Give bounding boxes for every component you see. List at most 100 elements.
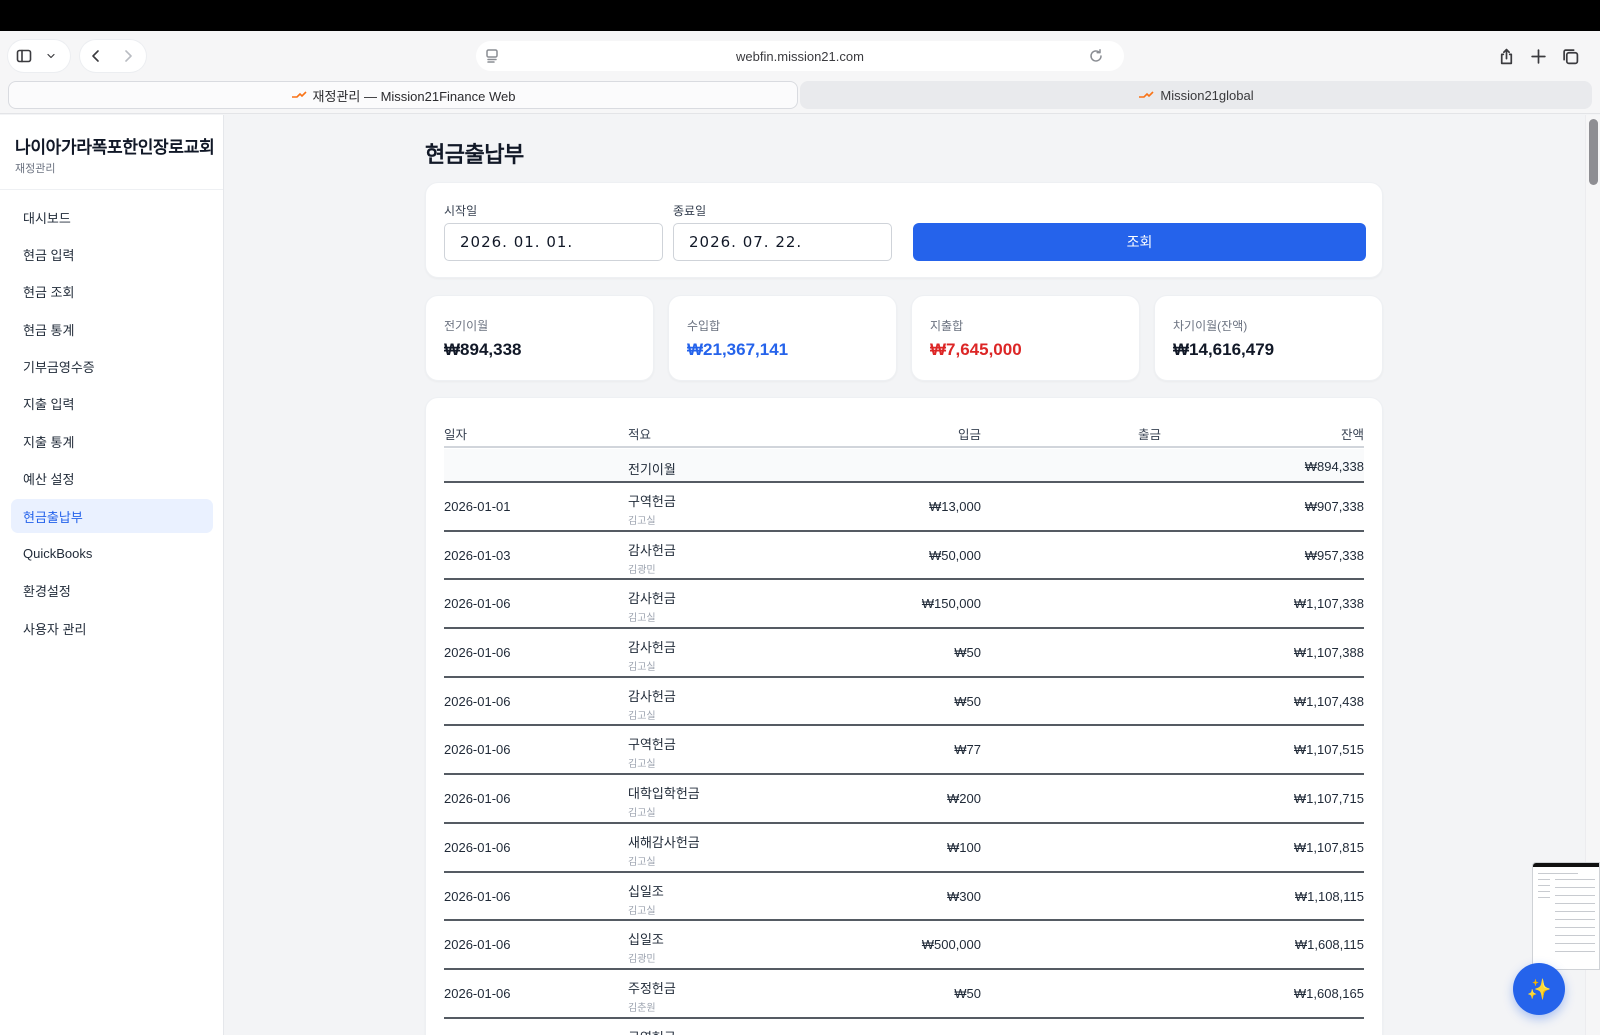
- row-description: 십일조 김고실: [628, 881, 664, 917]
- tab-mission21global[interactable]: Mission21global: [800, 81, 1592, 109]
- sidebar-item-cash-stats[interactable]: 현금 통계: [11, 312, 213, 346]
- stat-value: ₩7,645,000: [930, 340, 1022, 359]
- search-button[interactable]: 조회: [913, 223, 1366, 261]
- row-donor-name: 김고실: [628, 662, 656, 674]
- reader-icon[interactable]: [484, 48, 500, 64]
- row-donor-name: 김광민: [628, 954, 656, 966]
- sidebar-item-donation-receipt[interactable]: 기부금영수증: [11, 350, 213, 384]
- row-date: 2026-01-06: [444, 693, 511, 709]
- back-arrow-icon[interactable]: [80, 40, 112, 72]
- row-income: ₩77: [954, 742, 981, 758]
- reload-icon[interactable]: [1088, 48, 1104, 64]
- table-row: 구역헌금: [444, 1019, 1364, 1035]
- row-description: 전기이월: [628, 462, 676, 477]
- sidebar-item-dashboard[interactable]: 대시보드: [11, 200, 213, 234]
- main-content: 현금출납부 시작일 2026. 01. 01. 종료일 2026. 07. 22…: [225, 115, 1585, 1035]
- row-date: 2026-01-03: [444, 547, 511, 563]
- sidebar-item-quickbooks[interactable]: QuickBooks: [11, 537, 213, 571]
- row-date: 2026-01-01: [444, 499, 511, 514]
- sidebar-item-user-management[interactable]: 사용자 관리: [11, 611, 213, 645]
- row-income: ₩500,000: [921, 937, 981, 953]
- stat-value: ₩14,616,479: [1173, 340, 1275, 359]
- sidebar-item-cash-entry[interactable]: 현금 입력: [11, 237, 213, 271]
- row-description: 감사헌금 김고실: [628, 686, 676, 722]
- table-row: 2026-01-06 구역헌금 김고실 ₩77 ₩1,107,515: [444, 726, 1364, 776]
- row-income: ₩50: [954, 985, 981, 1001]
- row-category: 새해감사헌금: [628, 834, 700, 850]
- page-title: 현금출납부: [425, 142, 524, 167]
- table-body: 전기이월 ₩894,338 2026-01-01 구역헌금 김고실 ₩13,000 ₩9…: [444, 449, 1364, 1035]
- row-balance: ₩1,608,165: [1293, 985, 1364, 1001]
- row-date: 2026-01-06: [444, 985, 511, 1001]
- stat-card-closing-balance: 차기이월(잔액) ₩14,616,479: [1154, 295, 1383, 381]
- new-tab-plus-icon[interactable]: [1522, 40, 1554, 72]
- chevron-down-icon[interactable]: [40, 40, 62, 72]
- row-description: 감사헌금 김고실: [628, 637, 676, 673]
- table-row: 2026-01-01 구역헌금 김고실 ₩13,000 ₩907,338: [444, 483, 1364, 532]
- row-income: ₩50,000: [928, 547, 981, 563]
- tab-finance[interactable]: 재정관리 — Mission21Finance Web: [8, 81, 798, 109]
- tab-label: 재정관리 — Mission21Finance Web: [312, 88, 516, 104]
- sidebar-item-budget[interactable]: 예산 설정: [11, 462, 213, 496]
- row-description: 감사헌금 김광민: [628, 540, 676, 576]
- sidebar-item-expense-entry[interactable]: 지출 입력: [11, 387, 213, 421]
- row-income: ₩100: [947, 839, 981, 855]
- scrollbar-thumb[interactable]: [1589, 119, 1598, 185]
- row-donor-name: 김고실: [628, 856, 656, 868]
- row-donor-name: 김고실: [628, 905, 656, 917]
- table-row: 2026-01-06 감사헌금 김고실 ₩50 ₩1,107,438: [444, 678, 1364, 727]
- forward-arrow-icon[interactable]: [112, 40, 144, 72]
- row-income: ₩13,000: [928, 499, 981, 514]
- sidebar-item-cashbook[interactable]: 현금출납부: [11, 499, 213, 534]
- sidebar-item-cash-lookup[interactable]: 현금 조회: [11, 275, 213, 309]
- row-donor-name: 김고실: [628, 613, 656, 625]
- row-description: 대학입학헌금김고실: [628, 783, 700, 819]
- table-row: 2026-01-03 감사헌금 김광민 ₩50,000 ₩957,338: [444, 532, 1364, 581]
- carry-forward-row: 전기이월 ₩894,338: [444, 449, 1364, 483]
- row-description: 새해감사헌금김고실: [628, 832, 700, 868]
- address-bar[interactable]: webfin.mission21.com: [476, 41, 1124, 71]
- row-category: 대학입학헌금: [628, 786, 700, 802]
- stat-label: 차기이월(잔액): [1173, 319, 1248, 333]
- row-category: 구역헌금: [628, 1030, 676, 1035]
- tab-overview-icon[interactable]: [1554, 40, 1586, 72]
- page-thumbnail-preview[interactable]: [1532, 862, 1600, 970]
- sidebar-item-expense-stats[interactable]: 지출 통계: [11, 424, 213, 458]
- row-balance: ₩894,338: [1304, 459, 1364, 474]
- row-donor-name: 김고실: [628, 710, 656, 722]
- row-income: ₩150,000: [921, 596, 981, 612]
- table-row: 2026-01-06 감사헌금 김고실 ₩150,000 ₩1,107,338: [444, 580, 1364, 630]
- row-donor-name: 김고실: [628, 808, 656, 820]
- row-balance: ₩1,608,115: [1294, 937, 1364, 953]
- row-balance: ₩1,107,515: [1293, 742, 1364, 758]
- cashbook-table-card: 일자 적요 입금 출금 잔액 전기이월 ₩894,338 2026-01-01 구…: [425, 397, 1383, 1035]
- start-date-label: 시작일: [444, 204, 478, 218]
- sparkles-icon: ✨: [1526, 978, 1552, 1001]
- mission21-favicon-icon: [291, 90, 307, 100]
- row-date: 2026-01-06: [444, 596, 511, 612]
- start-date-input[interactable]: 2026. 01. 01.: [444, 223, 663, 261]
- sidebar-toggle-group[interactable]: [8, 40, 70, 72]
- row-balance: ₩907,338: [1304, 499, 1364, 514]
- column-header-expense: 출금: [1137, 428, 1161, 442]
- row-date: 2026-01-06: [444, 645, 511, 661]
- row-balance: ₩1,108,115: [1294, 888, 1364, 904]
- row-balance: ₩1,107,388: [1293, 645, 1364, 661]
- row-date: 2026-01-06: [444, 791, 511, 807]
- end-date-input[interactable]: 2026. 07. 22.: [673, 223, 892, 261]
- tab-label: Mission21global: [1160, 87, 1254, 103]
- sidebar-toggle-icon[interactable]: [8, 40, 40, 72]
- row-donor-name: 김고실: [628, 759, 656, 771]
- share-icon[interactable]: [1490, 40, 1522, 72]
- ai-assistant-button[interactable]: ✨: [1513, 963, 1565, 1015]
- row-date: 2026-01-06: [444, 937, 511, 953]
- sidebar-divider: [0, 189, 223, 190]
- table-row: 2026-01-06 주정헌금 김춘원 ₩50 ₩1,608,165: [444, 970, 1364, 1019]
- column-header-income: 입금: [957, 428, 981, 442]
- row-date: 2026-01-06: [444, 839, 511, 855]
- stat-card-expense-total: 지출합 ₩7,645,000: [911, 295, 1140, 381]
- row-category: 감사헌금: [628, 542, 676, 558]
- stat-label: 전기이월: [444, 319, 489, 333]
- row-donor-name: 김고실: [628, 516, 656, 527]
- sidebar-item-settings[interactable]: 환경설정: [11, 574, 213, 608]
